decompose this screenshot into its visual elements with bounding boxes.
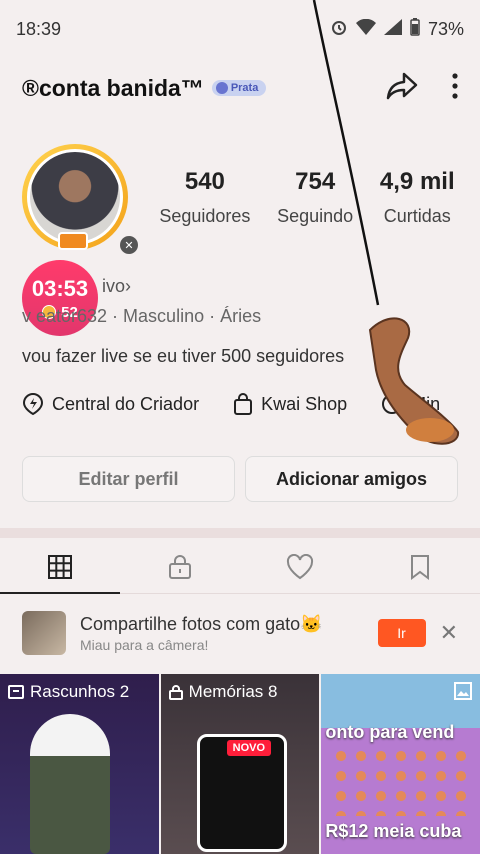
profile-actions: Editar perfil Adicionar amigos	[22, 456, 458, 502]
kwai-shop-label: Kwai Shop	[261, 393, 348, 414]
alarm-icon	[330, 18, 348, 41]
stat-label: Seguindo	[277, 206, 354, 226]
timer-time: 03:53	[31, 275, 89, 301]
profile-header: ®conta banida™ Prata	[22, 64, 458, 112]
photo-icon	[454, 682, 473, 700]
close-icon[interactable]: ✕	[440, 620, 458, 646]
stat-value: 4,9 mil	[379, 168, 455, 195]
promo-go-button[interactable]: Ir	[377, 619, 426, 647]
promo-banner[interactable]: Compartilhe fotos com gato🐱 Miau para a …	[22, 604, 458, 662]
promo-subtitle: Miau para a câmera!	[80, 636, 209, 653]
rank-label: Prata	[230, 82, 259, 94]
profile-name: ®conta banida™	[22, 74, 204, 101]
lock-icon	[169, 554, 191, 579]
live-badge-icon	[58, 232, 88, 250]
profile-meta: v eator632 · Masculino · Áries	[22, 306, 262, 326]
tab-private[interactable]	[120, 540, 240, 593]
shop-bag-icon	[234, 393, 253, 415]
status-link[interactable]: ivo›	[102, 276, 131, 297]
creator-center-link[interactable]: Central do Criador	[22, 392, 199, 416]
close-icon[interactable]: ✕	[120, 236, 138, 254]
drafts-icon	[8, 685, 24, 699]
memories-label: Memórias 8	[188, 682, 278, 701]
stat-value: 540	[184, 168, 225, 195]
post-price: R$12 meia cuba	[325, 821, 462, 841]
tab-likes[interactable]	[240, 540, 360, 593]
avatar[interactable]: ✕	[22, 144, 138, 254]
mini-label: Min	[411, 393, 441, 414]
bookmark-icon	[411, 554, 429, 580]
promo-title: Compartilhe fotos com gato🐱	[80, 613, 323, 634]
post-caption: onto para vend	[325, 722, 455, 742]
signal-icon	[383, 18, 402, 40]
lock-icon	[168, 685, 183, 700]
promo-thumbnail	[22, 611, 66, 655]
drafts-card[interactable]: Rascunhos 2	[0, 674, 159, 854]
wifi-icon	[355, 18, 376, 40]
section-divider	[0, 528, 480, 538]
battery-icon	[410, 17, 420, 41]
more-menu-icon[interactable]	[452, 72, 458, 104]
content-tabs	[0, 540, 480, 594]
grid-icon	[48, 554, 72, 579]
tab-posts[interactable]	[0, 540, 120, 594]
mini-link[interactable]: Min	[381, 393, 440, 415]
clock: 18:39	[16, 18, 62, 39]
profile-bio: vou fazer live se eu tiver 500 seguidore…	[22, 346, 345, 366]
creator-links: Central do Criador Kwai Shop Min	[22, 392, 474, 416]
tab-saved[interactable]	[360, 540, 480, 593]
edit-profile-button[interactable]: Editar perfil	[22, 456, 235, 502]
new-badge: NOVO	[226, 740, 272, 756]
avatar-photo	[27, 149, 123, 245]
mini-icon	[382, 394, 403, 414]
heart-icon	[286, 553, 314, 579]
stat-likes[interactable]: 4,9 mil Curtidas	[380, 168, 455, 227]
drafts-label: Rascunhos 2	[30, 682, 130, 701]
battery-percent: 73%	[427, 18, 464, 39]
rank-icon	[215, 82, 228, 94]
rank-badge[interactable]: Prata	[211, 80, 267, 96]
post-image	[331, 746, 471, 816]
stat-followers[interactable]: 540 Seguidores	[159, 168, 250, 227]
creator-center-label: Central do Criador	[52, 393, 200, 414]
drafts-cover	[30, 714, 110, 854]
kwai-shop-link[interactable]: Kwai Shop	[233, 392, 347, 416]
add-friends-button[interactable]: Adicionar amigos	[245, 456, 458, 502]
creator-icon	[22, 392, 44, 416]
status-icons: 73%	[330, 17, 464, 41]
status-bar: 18:39 73%	[0, 0, 480, 58]
stat-label: Curtidas	[383, 206, 451, 226]
stat-following[interactable]: 754 Seguindo	[277, 168, 353, 227]
share-icon[interactable]	[386, 72, 418, 105]
stat-value: 754	[295, 168, 336, 195]
posts-grid: Rascunhos 2 NOVO Memórias 8 onto para ve…	[0, 674, 480, 854]
profile-stats: 540 Seguidores 754 Seguindo 4,9 mil Curt…	[146, 168, 468, 227]
stat-label: Seguidores	[159, 206, 251, 226]
post-card[interactable]: onto para vend R$12 meia cuba	[321, 674, 480, 854]
memories-card[interactable]: NOVO Memórias 8	[160, 674, 320, 854]
